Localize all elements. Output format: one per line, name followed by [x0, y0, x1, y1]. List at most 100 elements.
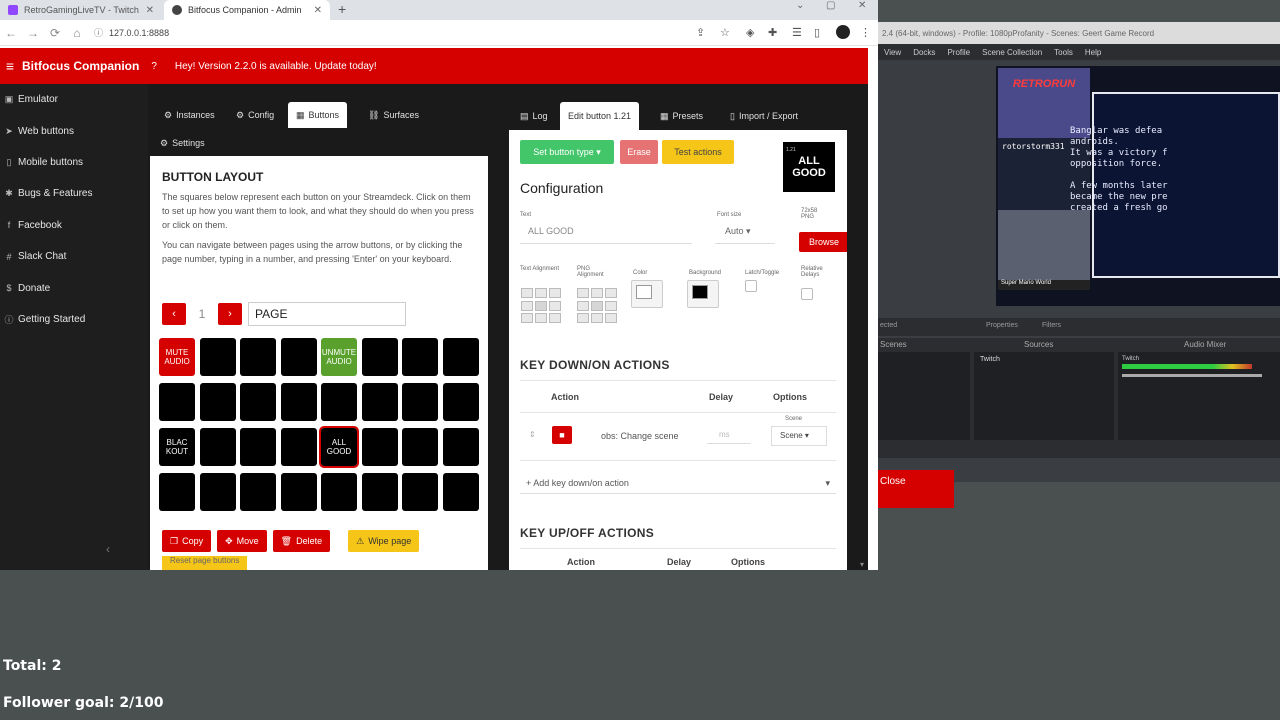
text-alignment-grid[interactable] — [521, 288, 561, 324]
menu-profile[interactable]: Profile — [947, 48, 970, 57]
menu-help[interactable]: Help — [1085, 48, 1101, 57]
chevron-down-icon[interactable]: ⌄ — [796, 0, 804, 11]
streamdeck-button[interactable] — [280, 473, 317, 511]
tab-buttons[interactable]: ▦ Buttons — [288, 102, 348, 128]
streamdeck-button[interactable] — [442, 383, 479, 421]
sidebar-item-facebook[interactable]: f Facebook — [0, 210, 148, 241]
scenes-list[interactable] — [878, 352, 970, 440]
streamdeck-button[interactable] — [321, 473, 357, 511]
filters-button[interactable]: Filters — [1042, 322, 1061, 329]
streamdeck-button[interactable] — [240, 338, 276, 376]
copy-button[interactable]: ❐ Copy — [162, 530, 212, 552]
sources-list[interactable]: Twitch — [974, 352, 1114, 440]
font-size-select[interactable]: Auto ▾ — [715, 226, 775, 244]
streamdeck-button[interactable] — [361, 473, 398, 511]
menu-docks[interactable]: Docks — [913, 48, 935, 57]
scroll-down-icon[interactable]: ▾ — [860, 560, 864, 569]
reload-icon[interactable]: ⟳ — [44, 26, 66, 40]
drag-handle-icon[interactable]: ⇕ — [529, 430, 536, 439]
sidebar-item-web-buttons[interactable]: ➤ Web buttons — [0, 115, 148, 146]
streamdeck-button[interactable] — [402, 428, 438, 466]
browser-tab-twitch[interactable]: RetroGamingLiveTV - Twitch ✕ — [0, 0, 162, 20]
page-number[interactable]: 1 — [186, 307, 218, 321]
tab-import-export[interactable]: ▯ Import / Export — [722, 102, 806, 130]
close-window-icon[interactable]: ✕ — [858, 0, 866, 11]
extension-icon[interactable]: ◈ — [746, 26, 754, 39]
hamburger-menu-icon[interactable]: ≡ — [0, 58, 20, 74]
test-actions-button[interactable]: Test actions — [662, 140, 734, 164]
streamdeck-button[interactable] — [402, 383, 438, 421]
add-key-down-action-select[interactable]: + Add key down/on action ▾ — [520, 474, 836, 494]
sidebar-icon[interactable]: ▯ — [814, 26, 820, 39]
button-text-input[interactable]: ALL GOOD — [520, 226, 692, 244]
streamdeck-button[interactable] — [199, 428, 236, 466]
png-alignment-grid[interactable] — [577, 288, 617, 324]
update-message[interactable]: Hey! Version 2.2.0 is available. Update … — [175, 61, 377, 72]
streamdeck-button[interactable] — [240, 428, 276, 466]
delay-input[interactable]: ms — [707, 426, 751, 444]
next-page-button[interactable]: › — [218, 303, 242, 325]
help-icon[interactable]: ? — [151, 61, 157, 72]
close-icon[interactable]: ✕ — [314, 5, 322, 16]
close-icon[interactable]: ✕ — [146, 5, 154, 16]
source-item[interactable]: Twitch — [980, 356, 1000, 363]
streamdeck-button[interactable] — [361, 428, 398, 466]
wipe-page-button[interactable]: ⚠ Wipe page — [348, 530, 420, 552]
tab-edit-button[interactable]: Edit button 1.21 — [560, 102, 640, 130]
sidebar-item-slack-chat[interactable]: # Slack Chat — [0, 241, 148, 272]
streamdeck-button[interactable] — [199, 338, 236, 376]
streamdeck-button[interactable] — [199, 473, 236, 511]
relative-delays-checkbox[interactable] — [801, 288, 813, 300]
move-button[interactable]: ✥ Move — [217, 530, 267, 552]
sidebar-item-donate[interactable]: $ Donate — [0, 272, 148, 303]
streamdeck-button[interactable] — [280, 383, 317, 421]
streamdeck-button[interactable] — [402, 338, 438, 376]
puzzle-icon[interactable]: ✚ — [768, 26, 777, 39]
collapse-sidebar-icon[interactable]: ‹ — [106, 542, 110, 556]
streamdeck-button[interactable] — [280, 338, 317, 376]
page-name-input[interactable]: PAGE — [248, 302, 406, 326]
obs-preview[interactable]: RETRORUN rotorstorm331 Super Mario World… — [996, 66, 1280, 306]
streamdeck-button[interactable] — [159, 383, 195, 421]
streamdeck-button[interactable] — [361, 383, 398, 421]
tab-log[interactable]: ▤ Log — [512, 102, 556, 130]
streamdeck-button[interactable] — [442, 428, 479, 466]
tab-surfaces[interactable]: ⛓ Surfaces — [360, 102, 427, 128]
menu-view[interactable]: View — [884, 48, 901, 57]
streamdeck-button[interactable]: MUTE AUDIO — [159, 338, 195, 376]
tab-presets[interactable]: ▦ Presets — [652, 102, 711, 130]
streamdeck-button[interactable]: ALL GOOD — [319, 426, 359, 468]
streamdeck-button[interactable] — [280, 428, 317, 466]
forward-icon[interactable]: → — [22, 26, 44, 40]
erase-button[interactable]: Erase — [620, 140, 658, 164]
browser-tab-companion[interactable]: Bitfocus Companion - Admin ✕ — [164, 0, 330, 20]
close-button[interactable]: Close — [878, 470, 954, 508]
properties-button[interactable]: Properties — [986, 322, 1018, 329]
streamdeck-button[interactable] — [361, 338, 398, 376]
streamdeck-button[interactable] — [199, 383, 236, 421]
share-icon[interactable]: ⇪ — [696, 26, 705, 39]
menu-dots-icon[interactable]: ⋮ — [860, 26, 871, 39]
delete-action-button[interactable]: ■ — [552, 426, 572, 444]
streamdeck-button[interactable] — [402, 473, 438, 511]
streamdeck-button[interactable] — [442, 473, 479, 511]
set-button-type-button[interactable]: Set button type ▾ — [520, 140, 614, 164]
streamdeck-button[interactable] — [240, 473, 276, 511]
background-picker[interactable] — [687, 280, 719, 308]
url-field[interactable]: ⓘ 127.0.0.1:8888 — [94, 26, 169, 39]
streamdeck-button[interactable] — [159, 473, 195, 511]
sidebar-item-getting-started[interactable]: ⓘ Getting Started — [0, 304, 148, 335]
sidebar-item-emulator[interactable]: ▣ Emulator — [0, 84, 148, 115]
sidebar-item-bugs-features[interactable]: ✱ Bugs & Features — [0, 178, 148, 209]
browse-button[interactable]: Browse — [799, 232, 847, 252]
streamdeck-button[interactable] — [240, 383, 276, 421]
scene-select[interactable]: Scene ▾ — [771, 426, 827, 446]
color-picker[interactable] — [631, 280, 663, 308]
delete-button[interactable]: 🗑 Delete — [272, 530, 331, 552]
sidebar-item-mobile-buttons[interactable]: ▯ Mobile buttons — [0, 147, 148, 178]
reading-list-icon[interactable]: ☰ — [792, 26, 802, 39]
tab-instances[interactable]: ⚙ Instances — [156, 102, 223, 128]
bookmark-star-icon[interactable]: ☆ — [720, 26, 730, 39]
tab-config[interactable]: ⚙ Config — [228, 102, 282, 128]
back-icon[interactable]: ← — [0, 26, 22, 40]
